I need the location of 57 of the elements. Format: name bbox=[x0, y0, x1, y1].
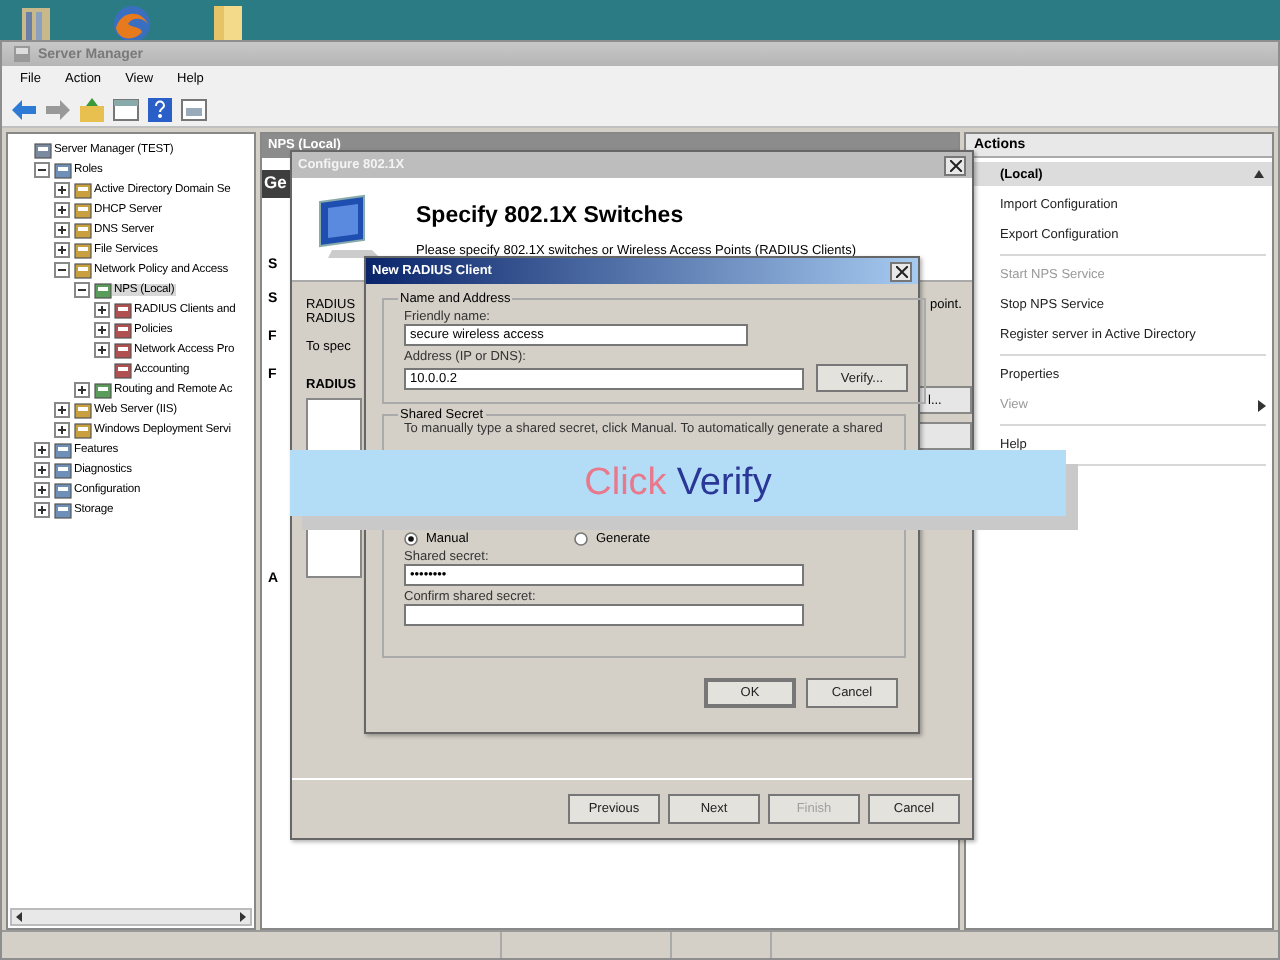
horizontal-scrollbar[interactable] bbox=[10, 908, 252, 926]
node-icon bbox=[73, 401, 91, 419]
collapse-caret-icon[interactable] bbox=[1254, 170, 1264, 178]
expand-toggle-icon[interactable] bbox=[94, 302, 110, 318]
node-icon bbox=[73, 421, 91, 439]
node-icon bbox=[53, 461, 71, 479]
expand-toggle-icon[interactable] bbox=[54, 202, 70, 218]
scroll-left-icon[interactable] bbox=[12, 910, 26, 924]
expand-toggle-icon[interactable] bbox=[94, 342, 110, 358]
node-icon bbox=[73, 221, 91, 239]
expand-toggle-icon[interactable] bbox=[94, 322, 110, 338]
node-icon bbox=[53, 161, 71, 179]
collapse-toggle-icon[interactable] bbox=[54, 262, 70, 278]
node-icon bbox=[113, 341, 131, 359]
folder-icon[interactable] bbox=[212, 4, 244, 40]
radio-button[interactable] bbox=[574, 532, 588, 546]
console-icon[interactable] bbox=[180, 95, 208, 123]
expand-toggle-icon[interactable] bbox=[54, 222, 70, 238]
close-button[interactable] bbox=[890, 261, 912, 281]
node-icon bbox=[73, 261, 91, 279]
node-icon bbox=[113, 361, 131, 379]
node-icon bbox=[113, 321, 131, 339]
expand-toggle-icon[interactable] bbox=[34, 442, 50, 458]
expand-toggle-icon[interactable] bbox=[74, 382, 90, 398]
node-icon bbox=[73, 181, 91, 199]
submenu-arrow-icon bbox=[1258, 399, 1266, 411]
node-icon bbox=[53, 481, 71, 499]
folder-up-icon[interactable] bbox=[78, 95, 106, 123]
expand-toggle-icon[interactable] bbox=[34, 482, 50, 498]
scroll-right-icon[interactable] bbox=[236, 910, 250, 924]
expand-toggle-icon[interactable] bbox=[54, 422, 70, 438]
node-icon bbox=[33, 141, 51, 159]
node-icon bbox=[93, 281, 111, 299]
radio-button[interactable] bbox=[404, 532, 418, 546]
library-icon[interactable] bbox=[20, 4, 52, 40]
expand-toggle-icon[interactable] bbox=[54, 242, 70, 258]
node-icon bbox=[113, 301, 131, 319]
instruction-word: Click bbox=[584, 461, 667, 505]
app-icon bbox=[14, 46, 30, 62]
wizard-heading: Specify 802.1X Switches bbox=[416, 204, 686, 228]
close-button[interactable] bbox=[944, 155, 966, 175]
node-icon bbox=[73, 241, 91, 259]
collapse-toggle-icon[interactable] bbox=[74, 282, 90, 298]
expand-toggle-icon[interactable] bbox=[34, 502, 50, 518]
node-icon bbox=[73, 201, 91, 219]
console-icon[interactable] bbox=[112, 95, 140, 123]
instruction-word: Verify bbox=[676, 461, 772, 505]
expand-toggle-icon[interactable] bbox=[54, 402, 70, 418]
help-icon[interactable] bbox=[146, 95, 174, 123]
node-icon bbox=[93, 381, 111, 399]
confirm-secret-field[interactable] bbox=[404, 604, 804, 626]
back-arrow-icon[interactable] bbox=[10, 95, 38, 123]
node-icon bbox=[53, 441, 71, 459]
collapse-toggle-icon[interactable] bbox=[34, 162, 50, 178]
expand-toggle-icon[interactable] bbox=[54, 182, 70, 198]
expand-toggle-icon[interactable] bbox=[34, 462, 50, 478]
node-icon bbox=[53, 501, 71, 519]
